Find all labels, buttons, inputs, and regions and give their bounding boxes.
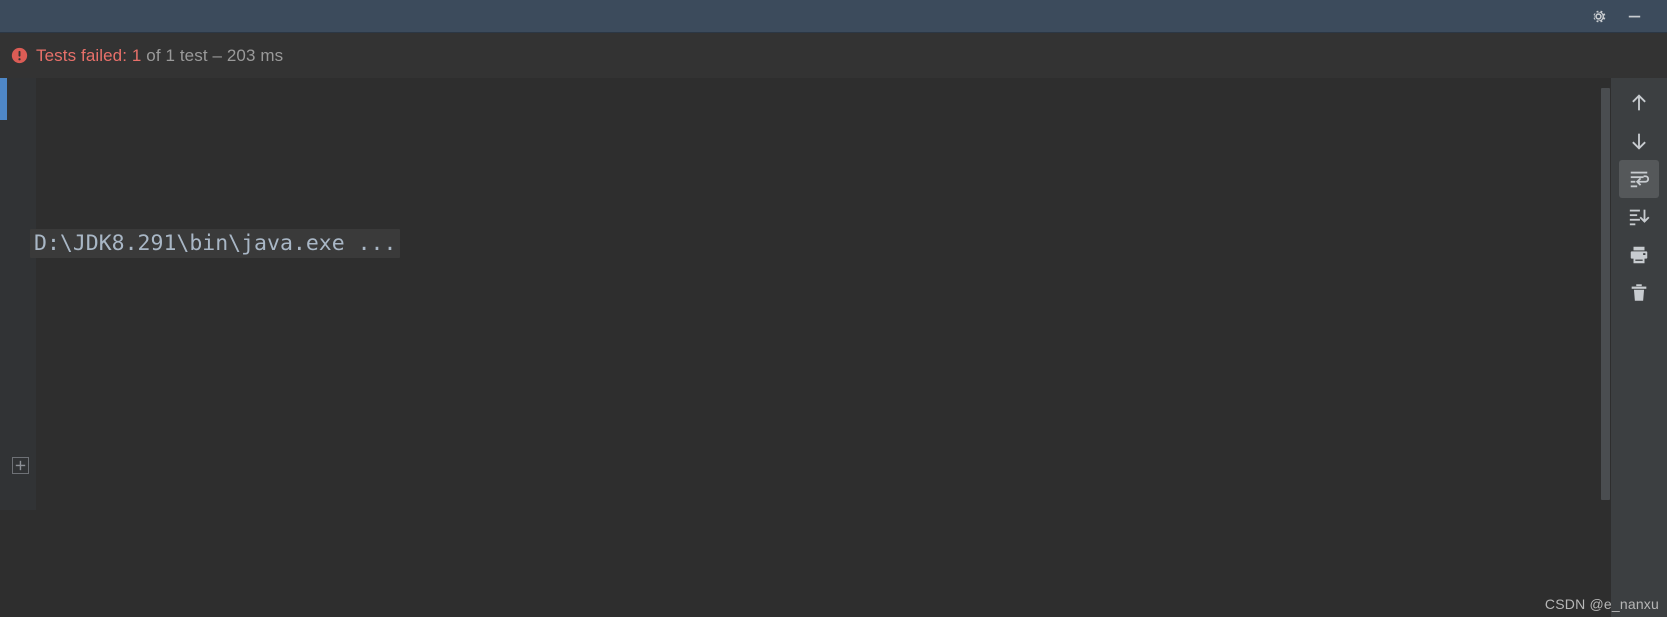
ide-run-console-window: Tests failed: 1 of 1 test – 203 ms D:\JD… [0,0,1667,617]
console-scroll-viewport[interactable]: D:\JDK8.291\bin\java.exe ... org.apache.… [0,78,1606,510]
print-icon[interactable] [1619,236,1659,274]
minimize-icon[interactable] [1619,2,1649,30]
java-command-text: D:\JDK8.291\bin\java.exe ... [30,228,401,258]
console-vertical-scrollbar[interactable] [1598,78,1612,510]
scroll-to-end-icon[interactable] [1619,198,1659,236]
scrollbar-thumb[interactable] [1601,88,1610,500]
gear-icon[interactable] [1583,2,1613,30]
trash-icon[interactable] [1619,274,1659,312]
console-side-toolbar [1611,78,1667,617]
tests-failed-label: Tests failed: [36,45,132,65]
scroll-down-icon[interactable] [1619,122,1659,160]
test-status-bar: Tests failed: 1 of 1 test – 203 ms [0,33,1667,78]
tests-failed-count: 1 [131,45,142,65]
error-icon [11,47,28,64]
csdn-watermark: CSDN @e_nanxu [1544,596,1659,612]
soft-wrap-icon[interactable] [1619,160,1659,198]
console-line-command: D:\JDK8.291\bin\java.exe ... [30,222,1286,267]
scroll-up-icon[interactable] [1619,84,1659,122]
console-output-area: D:\JDK8.291\bin\java.exe ... org.apache.… [0,78,1667,617]
window-titlebar [0,0,1667,33]
console-text-content: D:\JDK8.291\bin\java.exe ... org.apache.… [30,88,1286,510]
tests-summary: of 1 test – 203 ms [141,45,284,65]
